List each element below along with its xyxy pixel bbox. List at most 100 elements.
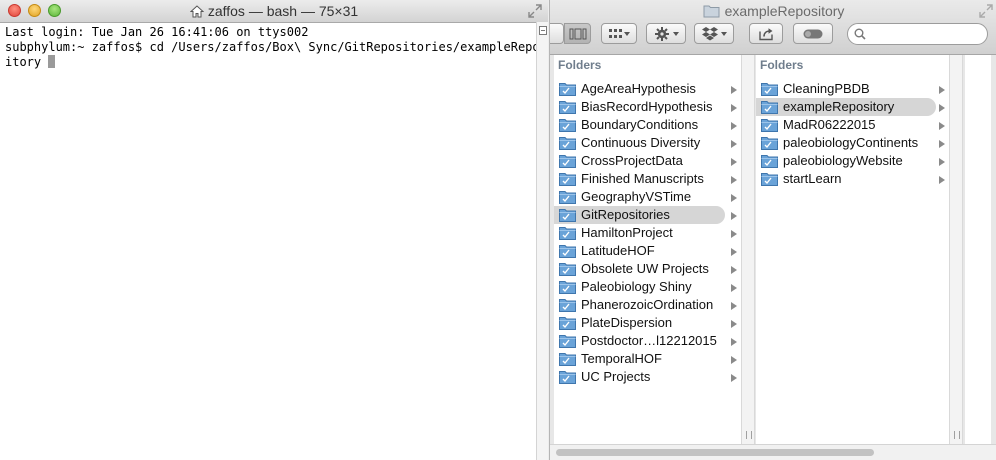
tag-toggle-icon bbox=[803, 29, 823, 38]
folder-row[interactable]: exampleRepository bbox=[756, 98, 949, 116]
folder-name: LatitudeHOF bbox=[581, 243, 655, 258]
folder-name: CleaningPBDB bbox=[783, 81, 870, 96]
folder-row[interactable]: Postdoctor…l12212015 bbox=[554, 332, 741, 350]
share-button[interactable] bbox=[749, 23, 783, 44]
terminal-line: subphylum:~ zaffos$ cd /Users/zaffos/Box… bbox=[5, 40, 547, 54]
browser-column-2[interactable]: Folders CleaningPBDB exampleRepository Mad… bbox=[756, 55, 949, 445]
folder-row[interactable]: BoundaryConditions bbox=[554, 116, 741, 134]
folder-name: GeographyVSTime bbox=[581, 189, 692, 204]
disclosure-arrow-icon bbox=[939, 140, 945, 148]
grid-icon bbox=[609, 28, 622, 38]
disclosure-arrow-icon bbox=[731, 320, 737, 328]
folder-name: GitRepositories bbox=[581, 207, 670, 222]
disclosure-arrow-icon bbox=[731, 284, 737, 292]
disclosure-arrow-icon bbox=[731, 212, 737, 220]
disclosure-arrow-icon bbox=[731, 176, 737, 184]
folder-row[interactable]: Paleobiology Shiny bbox=[554, 278, 741, 296]
column-header: Folders bbox=[558, 58, 602, 72]
disclosure-arrow-icon bbox=[731, 230, 737, 238]
folder-icon bbox=[559, 101, 576, 114]
folder-name: CrossProjectData bbox=[581, 153, 683, 168]
chevron-down-icon bbox=[673, 32, 679, 36]
folder-row[interactable]: LatitudeHOF bbox=[554, 242, 741, 260]
folder-row[interactable]: BiasRecordHypothesis bbox=[554, 98, 741, 116]
terminal-window: zaffos — bash — 75×31 Last login: Tue Ja… bbox=[0, 0, 548, 460]
action-button[interactable] bbox=[646, 23, 686, 44]
arrange-button[interactable] bbox=[601, 23, 637, 44]
disclosure-arrow-icon bbox=[731, 140, 737, 148]
terminal-line-text: itory bbox=[5, 55, 49, 69]
horizontal-scrollbar[interactable] bbox=[550, 444, 996, 460]
column-divider[interactable] bbox=[949, 55, 963, 445]
search-icon bbox=[854, 28, 866, 40]
dropbox-icon bbox=[702, 26, 718, 40]
terminal-line: Last login: Tue Jan 26 16:41:06 on ttys0… bbox=[5, 25, 309, 39]
disclosure-arrow-icon bbox=[939, 86, 945, 94]
folder-name: AgeAreaHypothesis bbox=[581, 81, 696, 96]
folder-name: startLearn bbox=[783, 171, 842, 186]
folder-name: TemporalHOF bbox=[581, 351, 662, 366]
view-cover-flow-button[interactable] bbox=[564, 23, 591, 44]
folder-icon bbox=[559, 173, 576, 186]
folder-row[interactable]: TemporalHOF bbox=[554, 350, 741, 368]
folder-name: UC Projects bbox=[581, 369, 651, 384]
folder-row[interactable]: GeographyVSTime bbox=[554, 188, 741, 206]
view-columns-partial-button[interactable] bbox=[550, 23, 564, 44]
folder-row[interactable]: Obsolete UW Projects bbox=[554, 260, 741, 278]
finder-window: exampleRepository Folders AgeAreaHypothe… bbox=[549, 0, 996, 460]
folder-row[interactable]: paleobiologyContinents bbox=[756, 134, 949, 152]
disclosure-arrow-icon bbox=[731, 248, 737, 256]
fullscreen-icon[interactable] bbox=[528, 4, 542, 18]
fullscreen-icon[interactable] bbox=[979, 4, 993, 18]
folder-row[interactable]: paleobiologyWebsite bbox=[756, 152, 949, 170]
disclosure-arrow-icon bbox=[731, 194, 737, 202]
folder-icon bbox=[703, 4, 720, 21]
resize-grip-icon[interactable] bbox=[746, 431, 752, 439]
home-icon bbox=[189, 5, 205, 21]
disclosure-arrow-icon bbox=[731, 158, 737, 166]
folder-list: CleaningPBDB exampleRepository MadR0622201… bbox=[756, 80, 949, 188]
search-field[interactable] bbox=[847, 23, 988, 45]
finder-titlebar[interactable]: exampleRepository bbox=[550, 0, 996, 55]
folder-row[interactable]: CrossProjectData bbox=[554, 152, 741, 170]
terminal-output[interactable]: Last login: Tue Jan 26 16:41:06 on ttys0… bbox=[0, 22, 547, 460]
disclosure-arrow-icon bbox=[939, 104, 945, 112]
folder-row[interactable]: PlateDispersion bbox=[554, 314, 741, 332]
folder-row[interactable]: Finished Manuscripts bbox=[554, 170, 741, 188]
disclosure-arrow-icon bbox=[731, 86, 737, 94]
folder-icon bbox=[559, 245, 576, 258]
column-divider[interactable] bbox=[741, 55, 755, 445]
browser-column-3[interactable] bbox=[965, 55, 991, 445]
folder-row[interactable]: GitRepositories bbox=[554, 206, 741, 224]
disclosure-arrow-icon bbox=[731, 266, 737, 274]
split-pane-icon[interactable] bbox=[539, 26, 547, 35]
folder-row[interactable]: AgeAreaHypothesis bbox=[554, 80, 741, 98]
folder-row[interactable]: PhanerozoicOrdination bbox=[554, 296, 741, 314]
dropbox-button[interactable] bbox=[694, 23, 734, 44]
resize-grip-icon[interactable] bbox=[954, 431, 960, 439]
folder-row[interactable]: startLearn bbox=[756, 170, 949, 188]
folder-name: BiasRecordHypothesis bbox=[581, 99, 713, 114]
folder-name: Obsolete UW Projects bbox=[581, 261, 709, 276]
folder-row[interactable]: Continuous Diversity bbox=[554, 134, 741, 152]
folder-row[interactable]: HamiltonProject bbox=[554, 224, 741, 242]
finder-title: exampleRepository bbox=[550, 3, 996, 21]
folder-icon bbox=[761, 137, 778, 150]
disclosure-arrow-icon bbox=[731, 122, 737, 130]
scrollbar-thumb[interactable] bbox=[556, 449, 874, 456]
disclosure-arrow-icon bbox=[939, 158, 945, 166]
folder-icon bbox=[559, 353, 576, 366]
browser-column-1[interactable]: Folders AgeAreaHypothesis BiasRecordHypot… bbox=[554, 55, 741, 445]
folder-name: HamiltonProject bbox=[581, 225, 673, 240]
terminal-titlebar[interactable]: zaffos — bash — 75×31 bbox=[0, 0, 548, 23]
terminal-scrollbar[interactable] bbox=[536, 22, 548, 460]
folder-row[interactable]: UC Projects bbox=[554, 368, 741, 386]
tags-button[interactable] bbox=[793, 23, 833, 44]
finder-title-text: exampleRepository bbox=[724, 3, 845, 19]
folder-row[interactable]: CleaningPBDB bbox=[756, 80, 949, 98]
folder-row[interactable]: MadR06222015 bbox=[756, 116, 949, 134]
disclosure-arrow-icon bbox=[939, 122, 945, 130]
folder-icon bbox=[761, 173, 778, 186]
folder-icon bbox=[559, 83, 576, 96]
folder-name: exampleRepository bbox=[783, 99, 895, 114]
